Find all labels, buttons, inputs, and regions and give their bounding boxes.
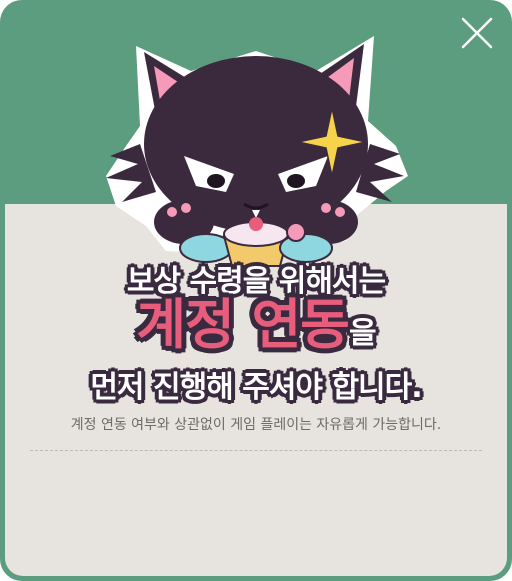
headline-suffix: 을 (348, 316, 377, 351)
dashed-divider (30, 450, 482, 451)
close-button[interactable] (460, 16, 494, 50)
headline-emphasis: 계정 연동 (136, 293, 350, 356)
close-icon (461, 17, 493, 49)
info-subtext: 계정 연동 여부와 상관없이 게임 플레이는 자유롭게 가능합니다. (70, 417, 442, 433)
account-link-dialog: 보상 수령을 위해서는 계정 연동을 먼저 진행해 주셔야 합니다. 계정 연동… (0, 0, 512, 581)
headline-line-2: 계정 연동을 (0, 292, 512, 367)
cat-mascot-image (96, 26, 414, 276)
headline-line-3: 먼저 진행해 주셔야 합니다. (90, 370, 422, 405)
